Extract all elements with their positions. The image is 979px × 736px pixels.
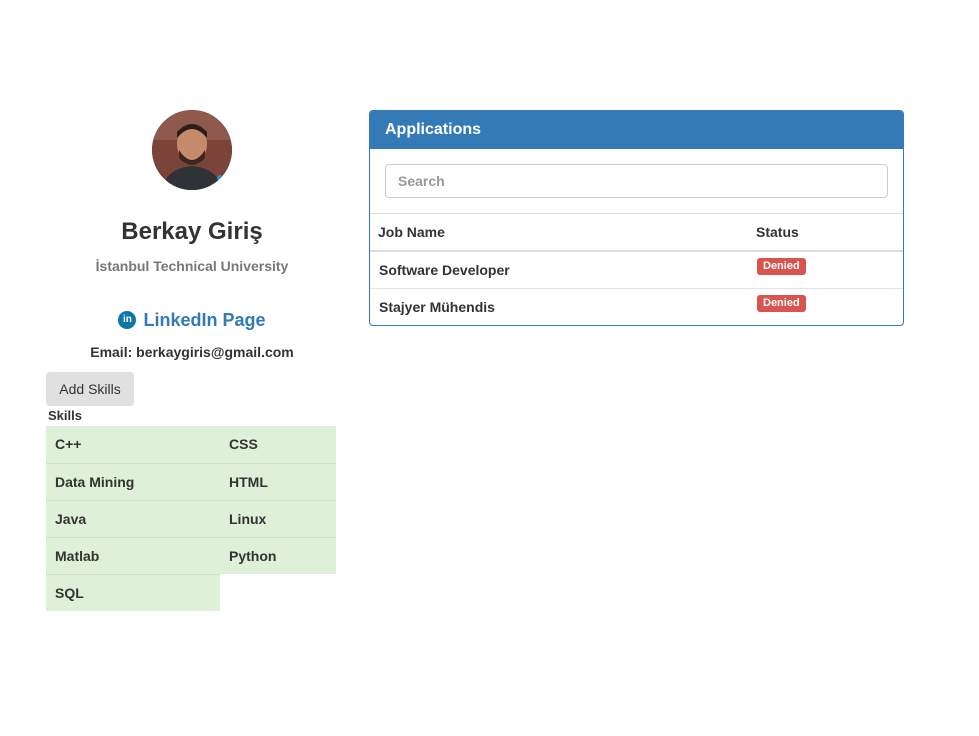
linkedin-label: LinkedIn Page bbox=[143, 310, 266, 330]
search-bar bbox=[370, 149, 903, 214]
applications-panel: Applications Job Name Status Software De… bbox=[369, 110, 904, 326]
applications-table: Job Name Status Software Developer Denie… bbox=[370, 214, 903, 325]
table-header-row: Job Name Status bbox=[370, 214, 903, 252]
page: Berkay Giriş İstanbul Technical Universi… bbox=[0, 0, 979, 736]
skills-heading: Skills bbox=[48, 408, 82, 423]
skill-item: Linux bbox=[220, 500, 336, 537]
profile-name: Berkay Giriş bbox=[121, 218, 263, 245]
table-row[interactable]: Stajyer Mühendis Denied bbox=[370, 288, 903, 325]
search-input[interactable] bbox=[385, 164, 888, 198]
status-badge: Denied bbox=[757, 294, 806, 312]
job-name-cell: Stajyer Mühendis bbox=[370, 288, 748, 325]
avatar-photo bbox=[152, 110, 232, 190]
skill-item: HTML bbox=[220, 463, 336, 500]
avatar bbox=[152, 110, 232, 190]
column-header-status[interactable]: Status bbox=[748, 214, 903, 252]
skill-item: SQL bbox=[46, 574, 220, 611]
status-cell: Denied bbox=[748, 288, 903, 325]
skill-item: Data Mining bbox=[46, 463, 220, 500]
skills-list: C++ CSS Data Mining HTML Java Linux Matl… bbox=[46, 426, 336, 611]
university-name: İstanbul Technical University bbox=[95, 258, 289, 274]
add-skills-button[interactable]: Add Skills bbox=[46, 372, 134, 406]
skill-item: Matlab bbox=[46, 537, 220, 574]
linkedin-icon-glyph: in bbox=[123, 314, 132, 325]
linkedin-icon: in bbox=[118, 311, 137, 329]
email-text: Email: berkaygiris@gmail.com bbox=[90, 344, 294, 360]
status-cell: Denied bbox=[748, 251, 903, 289]
table-row[interactable]: Software Developer Denied bbox=[370, 251, 903, 289]
status-badge: Denied bbox=[757, 257, 806, 275]
column-header-job-name[interactable]: Job Name bbox=[370, 214, 748, 252]
skill-item: Python bbox=[220, 537, 336, 574]
skill-item: C++ bbox=[46, 426, 220, 463]
applications-title: Applications bbox=[370, 111, 903, 149]
job-name-cell: Software Developer bbox=[379, 262, 510, 278]
linkedin-link[interactable]: in LinkedIn Page bbox=[46, 310, 338, 331]
skill-item: Java bbox=[46, 500, 220, 537]
skill-item: CSS bbox=[220, 426, 336, 463]
